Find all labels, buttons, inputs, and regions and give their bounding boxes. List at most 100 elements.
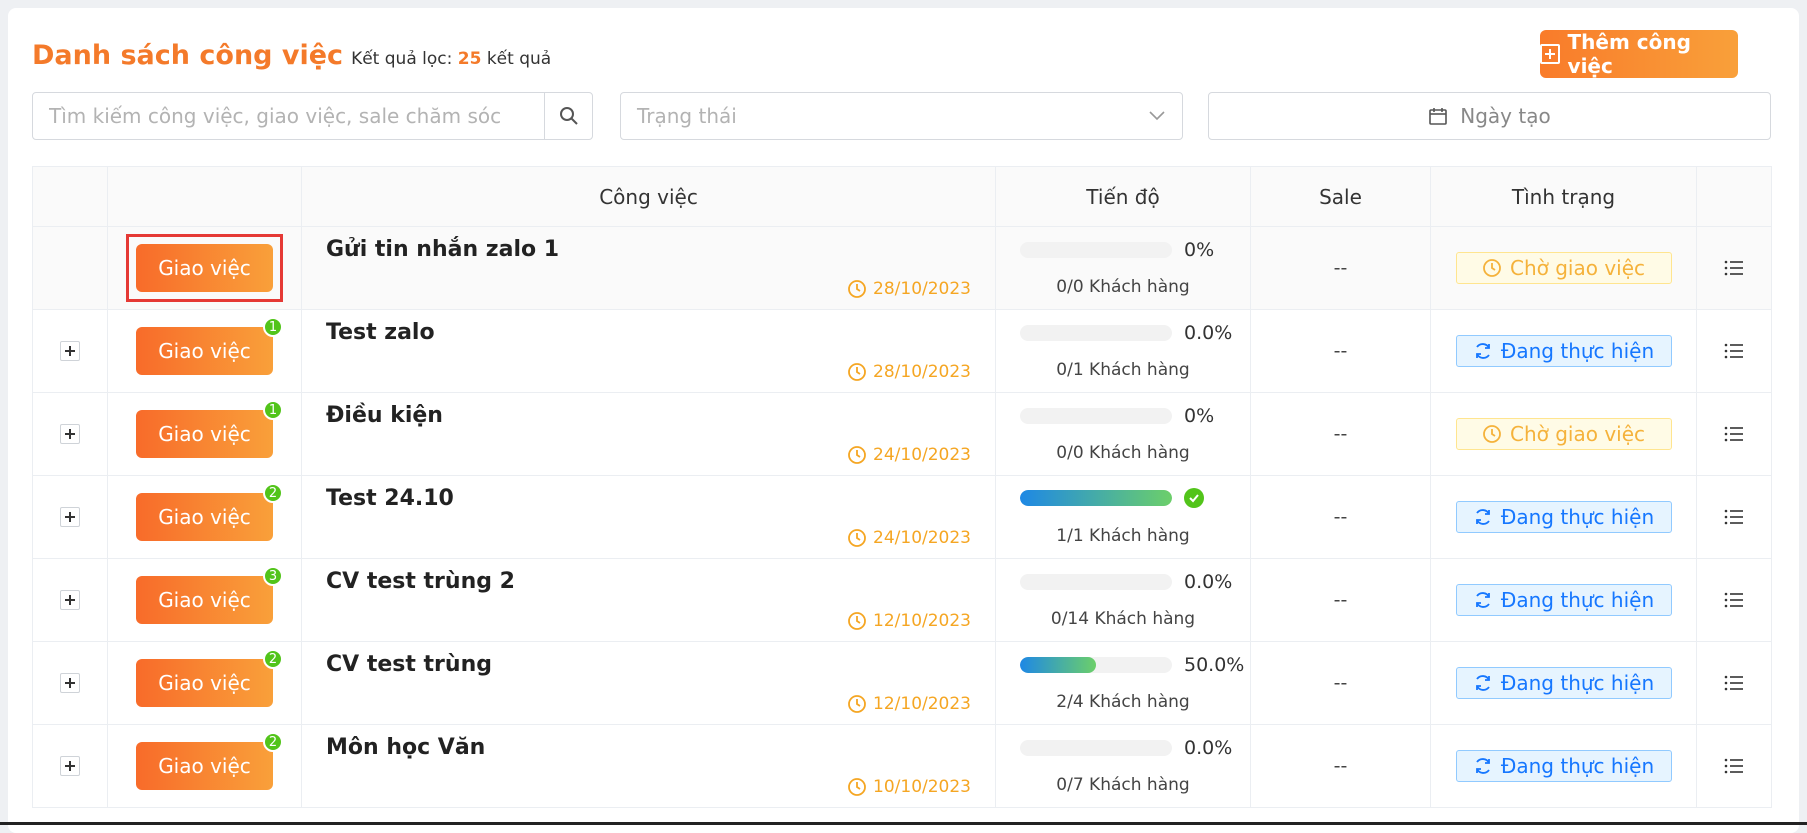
status-cell: Đang thực hiện bbox=[1430, 724, 1697, 808]
assign-cell: Giao việc bbox=[107, 226, 302, 310]
assign-task-button[interactable]: Giao việc bbox=[136, 493, 273, 541]
row-menu-button[interactable] bbox=[1697, 509, 1771, 525]
expand-row-button[interactable] bbox=[60, 507, 80, 527]
progress-row: 0.0% bbox=[1020, 571, 1232, 593]
row-menu-button[interactable] bbox=[1697, 675, 1771, 691]
date-picker[interactable]: Ngày tạo bbox=[1208, 92, 1771, 140]
search-button[interactable] bbox=[544, 93, 592, 139]
task-name[interactable]: Test 24.10 bbox=[326, 486, 454, 511]
progress-row: 0.0% bbox=[1020, 322, 1232, 344]
expand-row-button[interactable] bbox=[60, 756, 80, 776]
chevron-down-icon bbox=[1149, 111, 1165, 121]
assign-cell: Giao việc 1 bbox=[107, 392, 302, 476]
table-header: Công việc Tiến độ Sale Tình trạng bbox=[32, 166, 1772, 227]
actions-cell bbox=[1696, 558, 1772, 642]
search-icon bbox=[559, 107, 578, 125]
assign-task-button[interactable]: Giao việc bbox=[136, 742, 273, 790]
row-menu-button[interactable] bbox=[1697, 426, 1771, 442]
task-cell: CV test trùng 12/10/2023 bbox=[301, 641, 996, 725]
task-cell: Test 24.10 24/10/2023 bbox=[301, 475, 996, 559]
task-name[interactable]: CV test trùng bbox=[326, 652, 492, 677]
customer-count: 0/0 Khách hàng bbox=[1056, 443, 1190, 463]
expand-row-button[interactable] bbox=[60, 424, 80, 444]
task-name[interactable]: Test zalo bbox=[326, 320, 435, 345]
task-name[interactable]: Gửi tin nhắn zalo 1 bbox=[326, 237, 559, 262]
expand-cell bbox=[32, 558, 108, 642]
expand-cell bbox=[32, 309, 108, 393]
filter-result-suffix: kết quả bbox=[486, 49, 552, 69]
progress-fill bbox=[1020, 657, 1096, 673]
task-date-text: 28/10/2023 bbox=[873, 279, 971, 299]
assign-button-wrap: Giao việc 1 bbox=[136, 400, 283, 458]
progress-row: 50.0% bbox=[1020, 654, 1244, 676]
progress-percent: 0% bbox=[1184, 239, 1215, 261]
status-text: Đang thực hiện bbox=[1500, 339, 1655, 363]
sync-icon bbox=[1475, 675, 1490, 691]
assigned-count-badge: 2 bbox=[263, 732, 283, 752]
progress-row: 0% bbox=[1020, 405, 1214, 427]
sale-cell: -- bbox=[1250, 724, 1431, 808]
assign-button-wrap: Giao việc bbox=[126, 234, 283, 302]
row-menu-button[interactable] bbox=[1697, 260, 1771, 276]
row-menu-button[interactable] bbox=[1697, 343, 1771, 359]
status-select-placeholder: Trạng thái bbox=[637, 104, 737, 128]
task-name[interactable]: Môn học Văn bbox=[326, 735, 485, 760]
assigned-count-badge: 2 bbox=[263, 649, 283, 669]
progress-bar bbox=[1020, 574, 1172, 590]
expand-cell bbox=[32, 392, 108, 476]
actions-cell bbox=[1696, 641, 1772, 725]
page-title: Danh sách công việc bbox=[32, 40, 344, 71]
task-date: 28/10/2023 bbox=[847, 279, 971, 299]
status-text: Đang thực hiện bbox=[1500, 588, 1655, 612]
progress-percent: 50.0% bbox=[1184, 654, 1245, 676]
progress-fill bbox=[1020, 490, 1172, 506]
header: Danh sách công việc Kết quả lọc: 25 kết … bbox=[32, 40, 551, 71]
expand-row-button[interactable] bbox=[60, 673, 80, 693]
status-cell: Đang thực hiện bbox=[1430, 558, 1697, 642]
assign-task-button[interactable]: Giao việc bbox=[136, 327, 273, 375]
progress-percent: 0.0% bbox=[1184, 737, 1233, 759]
task-date-text: 12/10/2023 bbox=[873, 611, 971, 631]
status-text: Đang thực hiện bbox=[1500, 671, 1655, 695]
clock-icon bbox=[848, 446, 866, 464]
expand-row-button[interactable] bbox=[60, 590, 80, 610]
assign-button-wrap: Giao việc 2 bbox=[136, 732, 283, 790]
customer-count: 0/1 Khách hàng bbox=[1056, 360, 1190, 380]
add-task-label: Thêm công việc bbox=[1567, 30, 1691, 78]
sale-cell: -- bbox=[1250, 309, 1431, 393]
assigned-count-badge: 1 bbox=[263, 317, 283, 337]
progress-percent: 0% bbox=[1184, 405, 1215, 427]
progress-bar bbox=[1020, 242, 1172, 258]
actions-cell bbox=[1696, 392, 1772, 476]
assign-task-button[interactable]: Giao việc bbox=[136, 659, 273, 707]
table-row: Giao việc 1 Test zalo 28/10/2023 0.0% 0/1 Khá… bbox=[32, 309, 1772, 393]
add-task-button[interactable]: Thêm công việc bbox=[1540, 30, 1738, 78]
table-row: Giao việc Gửi tin nhắn zalo 1 28/10/2023 0%… bbox=[32, 226, 1772, 310]
sale-cell: -- bbox=[1250, 558, 1431, 642]
progress-cell: 1/1 Khách hàng bbox=[995, 475, 1251, 559]
assigned-count-badge: 2 bbox=[263, 483, 283, 503]
assign-task-button[interactable]: Giao việc bbox=[136, 410, 273, 458]
sync-icon bbox=[1475, 758, 1490, 774]
row-menu-button[interactable] bbox=[1697, 758, 1771, 774]
task-name[interactable]: CV test trùng 2 bbox=[326, 569, 515, 594]
assign-task-button[interactable]: Giao việc bbox=[136, 576, 273, 624]
plus-square-icon bbox=[1540, 44, 1560, 64]
task-name[interactable]: Điều kiện bbox=[326, 403, 443, 428]
clock-icon bbox=[848, 529, 866, 547]
task-cell: Điều kiện 24/10/2023 bbox=[301, 392, 996, 476]
task-cell: Test zalo 28/10/2023 bbox=[301, 309, 996, 393]
expand-row-button[interactable] bbox=[60, 341, 80, 361]
table-row: Giao việc 3 CV test trùng 2 12/10/2023 0.0% 0… bbox=[32, 558, 1772, 642]
task-date-text: 10/10/2023 bbox=[873, 777, 971, 797]
task-date: 12/10/2023 bbox=[847, 611, 971, 631]
progress-bar bbox=[1020, 657, 1172, 673]
row-menu-button[interactable] bbox=[1697, 592, 1771, 608]
assign-task-button[interactable]: Giao việc bbox=[136, 244, 273, 292]
assign-cell: Giao việc 2 bbox=[107, 475, 302, 559]
sync-icon bbox=[1475, 509, 1490, 525]
list-menu-icon bbox=[1724, 592, 1743, 608]
task-date-text: 24/10/2023 bbox=[873, 528, 971, 548]
status-select[interactable]: Trạng thái bbox=[620, 92, 1183, 140]
search-input[interactable] bbox=[33, 93, 544, 139]
